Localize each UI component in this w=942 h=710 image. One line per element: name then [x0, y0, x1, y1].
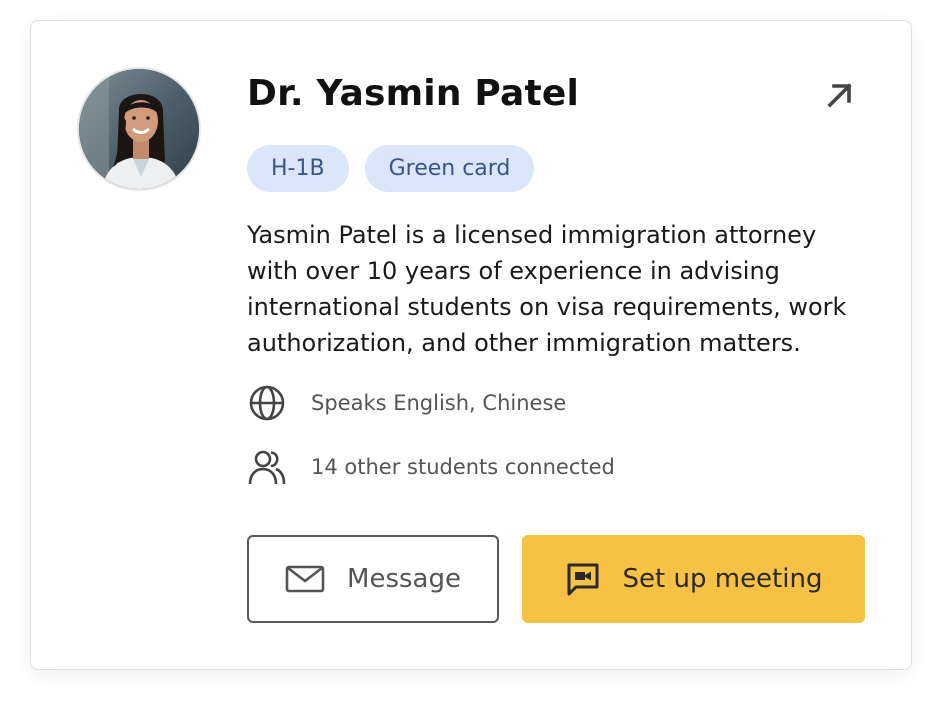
message-button[interactable]: Message — [247, 535, 499, 623]
profile-name: Dr. Yasmin Patel — [247, 73, 580, 114]
languages-text: Speaks English, Chinese — [311, 391, 567, 415]
envelope-icon — [285, 565, 325, 593]
users-icon — [247, 447, 287, 487]
globe-icon — [247, 383, 287, 423]
set-up-meeting-button[interactable]: Set up meeting — [522, 535, 865, 623]
avatar-photo — [79, 69, 199, 189]
set-up-meeting-label: Set up meeting — [622, 564, 823, 594]
languages-row: Speaks English, Chinese — [247, 383, 566, 423]
arrow-up-right-icon — [827, 83, 852, 108]
open-profile-button[interactable] — [822, 77, 858, 113]
video-chat-icon — [565, 561, 601, 597]
avatar — [77, 67, 201, 191]
tag-h1b[interactable]: H-1B — [247, 145, 349, 192]
tag-green-card[interactable]: Green card — [364, 145, 535, 192]
profile-bio: Yasmin Patel is a licensed immigration a… — [247, 221, 847, 357]
message-button-label: Message — [347, 564, 461, 594]
connections-row: 14 other students connected — [247, 447, 615, 487]
visa-tags: H-1B Green card — [247, 145, 535, 192]
profile-card: Dr. Yasmin Patel H-1B Green card Yasmin … — [30, 20, 912, 670]
connections-text: 14 other students connected — [311, 455, 615, 479]
